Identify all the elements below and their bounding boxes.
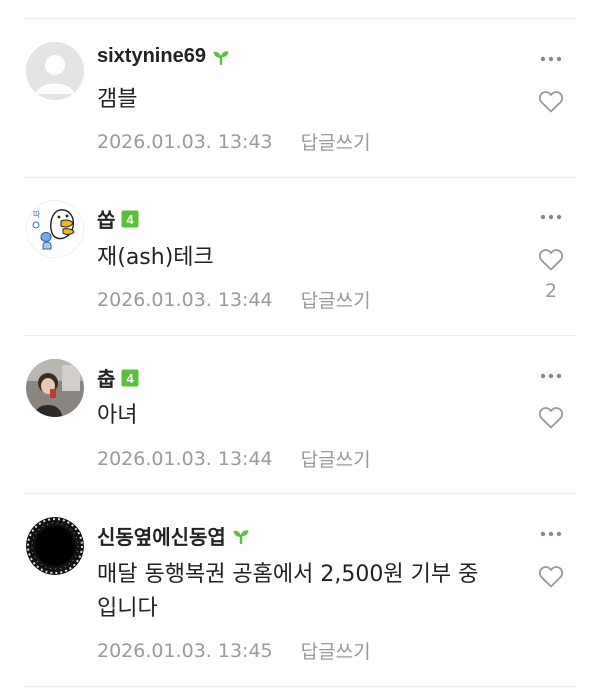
comment-text: 재(ash)테크 [97,245,214,270]
avatar[interactable] [26,42,84,100]
level-4-icon: 4 [121,369,139,387]
reply-button[interactable]: 답글쓰기 [301,637,371,664]
more-options-icon[interactable] [540,212,562,222]
more-options-icon[interactable] [540,54,562,64]
comment-text: 매달 동행복권 공홈에서 2,500원 기부 중 입니다 [97,558,517,626]
reply-button[interactable]: 답글쓰기 [301,445,371,472]
sprout-icon [232,527,250,545]
avatar[interactable]: 따 [26,200,84,258]
comment-text: 아녀 [97,403,138,428]
comment-meta: 2026.01.03. 13:44 답글쓰기 [97,286,371,313]
avatar[interactable] [26,359,84,417]
comment-author[interactable]: 춥 4 [97,363,139,392]
divider [24,686,576,687]
level-4-icon: 4 [121,210,139,228]
comment-meta: 2026.01.03. 13:43 답글쓰기 [97,128,371,155]
comment-date: 2026.01.03. 13:44 [97,447,273,470]
comment-date: 2026.01.03. 13:44 [97,288,273,311]
comment-text: 갬블 [97,87,138,112]
author-name[interactable]: 신동옆에신동엽 [97,521,226,550]
more-options-icon[interactable] [540,529,562,539]
sprout-icon [212,48,230,66]
comment-author[interactable]: 신동옆에신동엽 [97,521,250,550]
author-name[interactable]: sixtynine69 [97,45,206,68]
comment-meta: 2026.01.03. 13:44 답글쓰기 [97,445,371,472]
like-heart-icon[interactable] [538,565,564,589]
comment-text-line: 매달 동행복권 공홈에서 2,500원 기부 중 [97,562,479,587]
reply-button[interactable]: 답글쓰기 [301,286,371,313]
duck-character-avatar-icon: 따 [27,201,83,257]
more-options-icon[interactable] [540,371,562,381]
like-heart-icon[interactable] [538,406,564,430]
divider [24,335,576,336]
svg-text:4: 4 [127,212,135,227]
divider [24,18,576,19]
like-heart-icon[interactable] [538,248,564,272]
divider [24,177,576,178]
comment-author[interactable]: sixtynine69 [97,45,230,68]
avatar[interactable] [26,517,84,575]
comment-author[interactable]: 쏩 4 [97,204,139,233]
reply-button[interactable]: 답글쓰기 [301,128,371,155]
svg-text:따: 따 [33,210,41,219]
default-avatar-icon [26,42,84,100]
comment-date: 2026.01.03. 13:43 [97,130,273,153]
comment-meta: 2026.01.03. 13:45 답글쓰기 [97,637,371,664]
comment-text-line: 입니다 [97,596,158,621]
profile-photo-icon [26,359,84,417]
author-name[interactable]: 춥 [97,363,115,392]
author-name[interactable]: 쏩 [97,204,115,233]
like-heart-icon[interactable] [538,90,564,114]
divider [24,493,576,494]
comment-date: 2026.01.03. 13:45 [97,639,273,662]
like-count: 2 [544,280,558,302]
svg-text:4: 4 [127,371,135,386]
black-circle-avatar-icon [26,517,84,575]
